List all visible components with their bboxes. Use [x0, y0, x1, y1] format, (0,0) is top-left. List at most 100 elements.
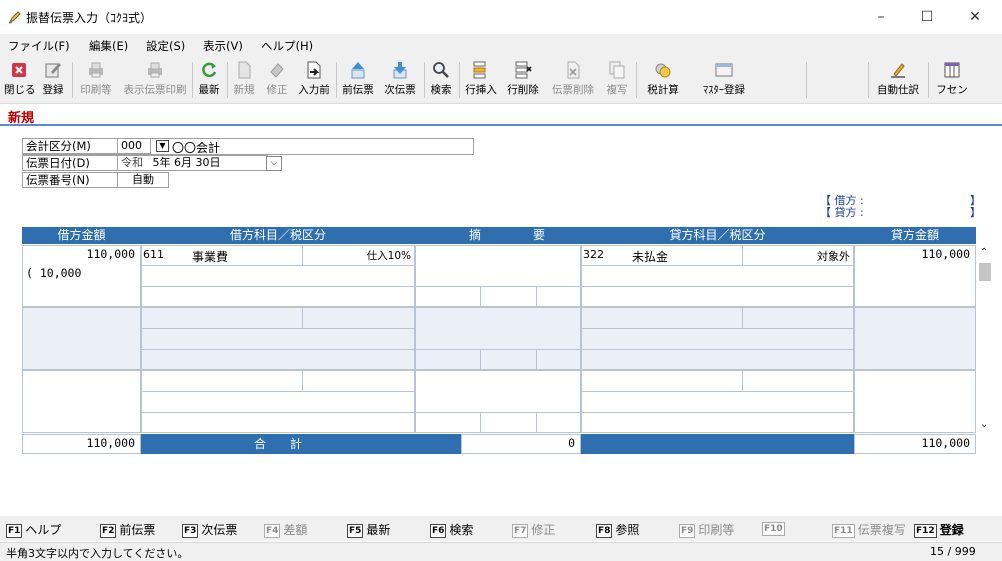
- header-debit-account: 借方科目／税区分: [141, 227, 415, 244]
- credit-subrow[interactable]: [581, 286, 854, 307]
- tax-calc-button[interactable]: 税計算: [638, 58, 688, 102]
- f4-diff-button[interactable]: F4 差額: [264, 521, 307, 538]
- menu-help[interactable]: ヘルプ(H): [261, 38, 313, 54]
- summary-subcell[interactable]: [480, 286, 537, 307]
- toolbar-separator: [336, 62, 337, 98]
- master-register-button[interactable]: ﾏｽﾀｰ登録: [694, 58, 754, 102]
- division-dropdown-icon[interactable]: ▼: [156, 140, 169, 152]
- f9-print-button[interactable]: F9 印刷等: [679, 521, 734, 538]
- summary-subcell[interactable]: [480, 349, 537, 370]
- credit-tax-cell[interactable]: [742, 370, 854, 392]
- summary-subcell[interactable]: [536, 286, 581, 307]
- slip-number-label: 伝票番号(N): [22, 172, 118, 188]
- summary-cell[interactable]: [415, 307, 581, 350]
- edit-button[interactable]: 修正: [262, 58, 292, 102]
- refresh-button[interactable]: 最新: [194, 58, 224, 102]
- menu-settings[interactable]: 設定(S): [146, 38, 185, 54]
- search-button[interactable]: 検索: [426, 58, 456, 102]
- f5-refresh-button[interactable]: F5 最新: [347, 521, 390, 538]
- menu-view[interactable]: 表示(V): [203, 38, 243, 54]
- status-bar: 半角3文字以内で入力してください。 15 / 999: [0, 542, 1002, 561]
- credit-subrow[interactable]: [581, 349, 854, 370]
- credit-tax-cell[interactable]: [742, 307, 854, 329]
- debit-subrow[interactable]: [141, 349, 415, 370]
- grid-scrollbar[interactable]: ⌃ ⌄: [978, 245, 992, 437]
- header-summary: 摘 要: [415, 227, 581, 244]
- summary-subcell[interactable]: [415, 349, 481, 370]
- f2-prev-slip-button[interactable]: F2 前伝票: [100, 521, 155, 538]
- f7-edit-button[interactable]: F7 修正: [512, 521, 555, 538]
- credit-bracket-close: 】: [970, 206, 981, 219]
- before-input-button[interactable]: 入力前: [294, 58, 334, 102]
- next-slip-button[interactable]: 次伝票: [380, 58, 420, 102]
- f12-register-button[interactable]: F12 登録: [914, 521, 964, 538]
- debit-subrow[interactable]: [141, 328, 415, 350]
- close-button[interactable]: 閉じる: [4, 58, 36, 102]
- credit-account-cell[interactable]: [581, 307, 743, 329]
- delete-row-button[interactable]: 行削除: [503, 58, 543, 102]
- scroll-up-icon[interactable]: ⌃: [980, 247, 988, 258]
- debit-account-cell[interactable]: [141, 307, 303, 329]
- maximize-button[interactable]: ☐: [904, 0, 950, 34]
- debit-subrow[interactable]: [141, 265, 415, 287]
- window-title: 振替伝票入力（ｺｸﾖ式）: [26, 11, 153, 25]
- debit-subrow[interactable]: [141, 412, 415, 433]
- print-label: 印刷等: [80, 84, 112, 96]
- summary-subcell[interactable]: [536, 349, 581, 370]
- f6-search-button[interactable]: F6 検索: [430, 521, 473, 538]
- insert-row-button[interactable]: 行挿入: [461, 58, 501, 102]
- f10-button[interactable]: F10: [762, 521, 788, 536]
- scroll-thumb[interactable]: [979, 263, 991, 281]
- scroll-down-icon[interactable]: ⌄: [980, 419, 988, 430]
- summary-subcell[interactable]: [480, 412, 537, 433]
- f3-next-slip-button[interactable]: F3 次伝票: [182, 521, 237, 538]
- delete-slip-button[interactable]: 伝票削除: [546, 58, 600, 102]
- edit-pad-icon: [45, 63, 61, 78]
- summary-subcell[interactable]: [415, 286, 481, 307]
- menu-edit[interactable]: 編集(E): [89, 38, 128, 54]
- close-window-button[interactable]: ✕: [952, 0, 998, 34]
- f11-copy-slip-button[interactable]: F11 伝票複写: [832, 521, 906, 538]
- summary-subcell[interactable]: [415, 412, 481, 433]
- sticky-button[interactable]: フセン: [932, 58, 972, 102]
- display-print-button[interactable]: 表示伝票印刷: [120, 58, 190, 102]
- copy-button[interactable]: 複写: [602, 58, 632, 102]
- insert-row-icon: [473, 61, 486, 79]
- debit-tax-cell[interactable]: [302, 370, 415, 392]
- account-division-code-input[interactable]: 000: [117, 138, 151, 154]
- debit-account-cell[interactable]: [141, 370, 303, 392]
- register-button[interactable]: 登録: [38, 58, 68, 102]
- credit-subrow[interactable]: [581, 391, 854, 413]
- master-register-label: ﾏｽﾀｰ登録: [703, 84, 745, 96]
- f1-help-button[interactable]: F1 ヘルプ: [6, 521, 61, 538]
- f8-reference-button[interactable]: F8 参照: [596, 521, 639, 538]
- slip-date-input[interactable]: 令和 5年 6月 30日: [117, 155, 268, 171]
- summary-subcell[interactable]: [536, 412, 581, 433]
- debit-subrow[interactable]: [141, 391, 415, 413]
- debit-tax-cell[interactable]: [302, 307, 415, 329]
- auto-journal-button[interactable]: 自動仕訳: [872, 58, 924, 102]
- minimize-button[interactable]: –: [858, 0, 904, 34]
- calendar-dropdown-icon[interactable]: ⌵: [266, 156, 282, 171]
- debit-amount-cell[interactable]: [22, 370, 141, 433]
- prev-slip-button[interactable]: 前伝票: [338, 58, 378, 102]
- debit-amount-cell[interactable]: [22, 307, 141, 370]
- debit-subrow[interactable]: [141, 286, 415, 307]
- credit-subrow[interactable]: [581, 265, 854, 287]
- print-button[interactable]: 印刷等: [74, 58, 118, 102]
- credit-subrow[interactable]: [581, 328, 854, 350]
- summary-cell[interactable]: [415, 245, 581, 287]
- credit-amount-cell[interactable]: [854, 307, 976, 370]
- row-counter: 15 / 999: [930, 545, 976, 558]
- new-button[interactable]: 新規: [229, 58, 259, 102]
- credit-subrow[interactable]: [581, 412, 854, 433]
- credit-amount-cell[interactable]: [854, 370, 976, 433]
- summary-cell[interactable]: [415, 370, 581, 413]
- menu-file[interactable]: ファイル(F): [8, 38, 70, 54]
- tax-calc-label: 税計算: [647, 84, 679, 96]
- delete-document-icon: [567, 61, 580, 79]
- pen-icon: [8, 11, 21, 24]
- display-print-label: 表示伝票印刷: [123, 84, 187, 96]
- delete-row-icon: [515, 61, 532, 79]
- credit-account-cell[interactable]: [581, 370, 743, 392]
